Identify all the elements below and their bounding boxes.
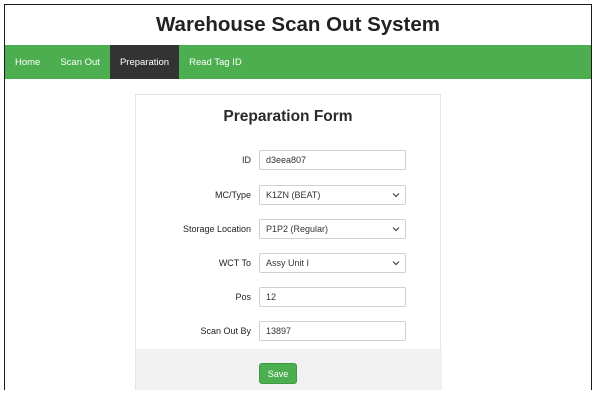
id-input[interactable] (259, 150, 406, 170)
scan-out-by-input[interactable] (259, 321, 406, 341)
main-navbar: Home Scan Out Preparation Read Tag ID (5, 45, 591, 79)
nav-scan-out[interactable]: Scan Out (50, 45, 110, 79)
form-footer: Save (136, 349, 442, 390)
chevron-down-icon (392, 193, 400, 198)
scan-out-by-label: Scan Out By (200, 326, 251, 336)
wct-to-select[interactable]: Assy Unit I (259, 253, 406, 273)
mc-type-select[interactable]: K1ZN (BEAT) (259, 185, 406, 205)
scan-out-by-row: Scan Out By (136, 321, 442, 341)
wct-to-label: WCT To (218, 258, 251, 268)
mc-type-row: MC/Type K1ZN (BEAT) (136, 185, 442, 205)
nav-read-tag-id[interactable]: Read Tag ID (179, 45, 252, 79)
storage-location-value: P1P2 (Regular) (266, 224, 329, 234)
storage-location-label: Storage Location (182, 224, 251, 234)
storage-location-row: Storage Location P1P2 (Regular) (136, 219, 442, 239)
pos-input[interactable] (259, 287, 406, 307)
main-content: Preparation Form ID MC/Type K1ZN (BEAT) … (5, 79, 591, 390)
chevron-down-icon (392, 261, 400, 266)
wct-to-value: Assy Unit I (266, 258, 310, 268)
mc-type-label: MC/Type (214, 190, 251, 200)
mc-type-value: K1ZN (BEAT) (266, 190, 321, 200)
storage-location-select[interactable]: P1P2 (Regular) (259, 219, 406, 239)
form-title: Preparation Form (223, 108, 353, 125)
pos-label: Pos (235, 292, 251, 302)
chevron-down-icon (392, 227, 400, 232)
preparation-form: Preparation Form ID MC/Type K1ZN (BEAT) … (135, 94, 442, 390)
nav-preparation[interactable]: Preparation (109, 45, 180, 79)
app-title: Warehouse Scan Out System (155, 13, 441, 36)
pos-row: Pos (136, 287, 442, 307)
save-button[interactable]: Save (259, 363, 297, 384)
wct-to-row: WCT To Assy Unit I (136, 253, 442, 273)
app-window: Warehouse Scan Out System Home Scan Out … (4, 4, 592, 390)
id-row: ID (136, 150, 442, 170)
id-label: ID (242, 155, 251, 165)
nav-home[interactable]: Home (5, 45, 50, 79)
